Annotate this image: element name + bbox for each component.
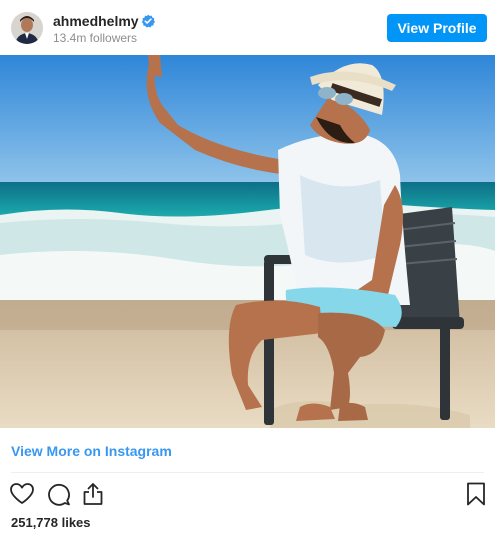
verified-badge-icon [141,14,155,28]
avatar[interactable] [11,12,43,44]
comment-icon[interactable] [45,481,71,507]
bookmark-icon[interactable] [463,481,489,507]
view-more-link[interactable]: View More on Instagram [11,443,172,460]
view-profile-button[interactable]: View Profile [387,14,487,42]
like-count: 251,778 likes [11,515,91,530]
heart-icon[interactable] [9,481,35,507]
action-bar [0,481,495,507]
instagram-embed: ahmedhelmy 13.4m followers View Profile [0,0,495,540]
follower-count: 13.4m followers [53,31,138,45]
share-icon[interactable] [80,481,106,507]
divider [11,472,484,473]
username[interactable]: ahmedhelmy [53,13,139,30]
post-header: ahmedhelmy 13.4m followers View Profile [0,0,495,55]
post-image[interactable] [0,55,495,428]
